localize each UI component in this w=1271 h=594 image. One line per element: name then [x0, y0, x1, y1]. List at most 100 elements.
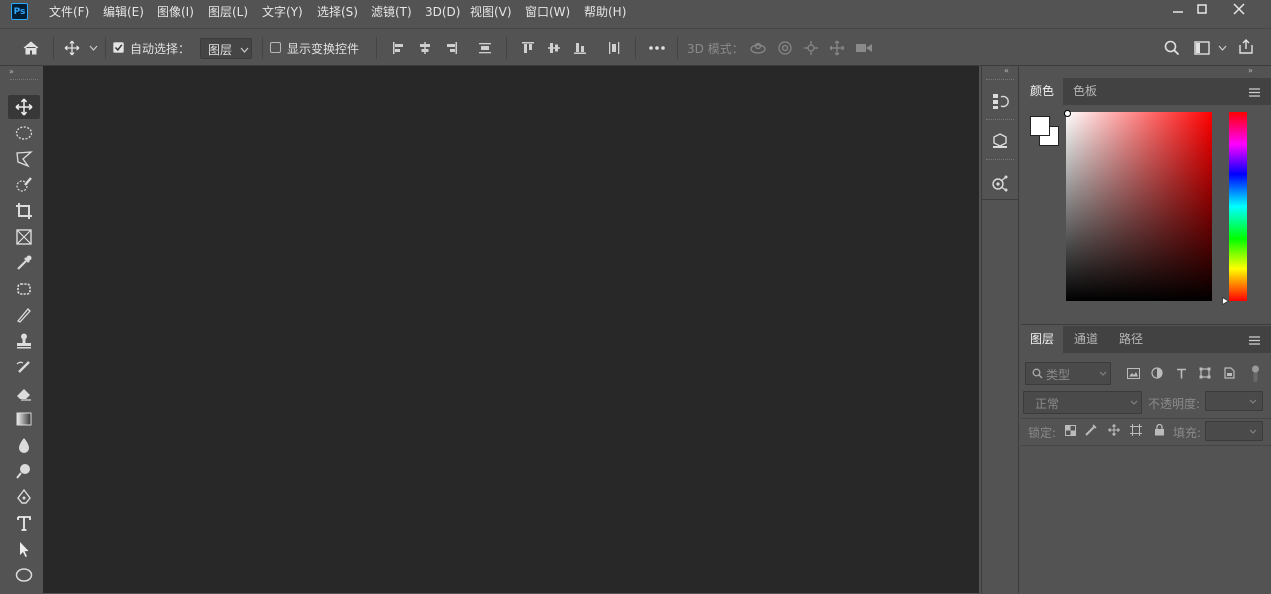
3d-scale-camera-icon[interactable]	[853, 39, 875, 57]
align-left-edges-icon[interactable]	[390, 39, 408, 57]
color-panel-tabs: 颜色 色板	[1021, 78, 1271, 105]
align-vertical-centers-icon[interactable]	[545, 39, 563, 57]
align-right-edges-icon[interactable]	[442, 39, 460, 57]
lock-all-icon[interactable]	[1152, 423, 1166, 437]
elliptical-marquee-tool-icon[interactable]	[8, 121, 40, 145]
collapse-panels-icon[interactable]: »	[1248, 67, 1253, 75]
lock-image-pixels-icon[interactable]	[1084, 423, 1098, 437]
lock-position-icon[interactable]	[1107, 423, 1121, 437]
path-selection-tool-icon[interactable]	[8, 537, 40, 561]
dock-grip	[986, 119, 1014, 120]
move-tool-icon[interactable]	[8, 95, 40, 119]
gradient-tool-icon[interactable]	[8, 407, 40, 431]
clone-stamp-tool-icon[interactable]	[8, 329, 40, 353]
move-tool-preset-icon[interactable]	[62, 38, 82, 58]
3d-pan-icon[interactable]	[801, 39, 821, 57]
tab-color[interactable]: 颜色	[1021, 78, 1064, 105]
menu-image[interactable]: 图像(I)	[157, 0, 194, 25]
panel-menu-icon[interactable]	[1247, 333, 1261, 347]
3d-slide-icon[interactable]	[827, 39, 847, 57]
search-icon[interactable]	[1162, 39, 1182, 57]
eraser-tool-icon[interactable]	[8, 381, 40, 405]
distribute-horizontal-icon[interactable]	[605, 39, 623, 57]
filter-pixel-layers-icon[interactable]	[1125, 365, 1141, 381]
menu-3d[interactable]: 3D(D)	[425, 0, 460, 25]
brush-tool-icon[interactable]	[8, 303, 40, 327]
separator	[262, 37, 263, 59]
tab-channels[interactable]: 通道	[1065, 326, 1107, 353]
hue-slider-handle[interactable]	[1222, 297, 1229, 305]
menu-select[interactable]: 选择(S)	[317, 0, 358, 25]
dock-grip[interactable]	[986, 79, 1014, 80]
3d-orbit-icon[interactable]	[748, 39, 768, 57]
menu-help[interactable]: 帮助(H)	[584, 0, 626, 25]
opacity-input[interactable]	[1205, 391, 1263, 411]
layer-filter-dropdown[interactable]: 类型	[1025, 362, 1111, 385]
tab-paths[interactable]: 路径	[1110, 326, 1152, 353]
foreground-color-swatch[interactable]	[1030, 116, 1050, 136]
frame-tool-icon[interactable]	[8, 225, 40, 249]
chevron-down-icon[interactable]	[87, 41, 99, 55]
pen-tool-icon[interactable]	[8, 485, 40, 509]
panel-dock: «	[981, 66, 1019, 593]
align-top-edges-icon[interactable]	[519, 39, 537, 57]
align-horizontal-centers-icon[interactable]	[416, 39, 434, 57]
blend-mode-dropdown[interactable]: 正常	[1023, 391, 1142, 414]
layers-list[interactable]	[1021, 446, 1271, 594]
filter-adjustment-layers-icon[interactable]	[1149, 365, 1165, 381]
menu-filter[interactable]: 滤镜(T)	[371, 0, 412, 25]
dock-grip	[986, 159, 1014, 160]
workspace-icon[interactable]	[1192, 39, 1212, 57]
dodge-tool-icon[interactable]	[8, 459, 40, 483]
blur-tool-icon[interactable]	[8, 433, 40, 457]
history-panel-icon[interactable]	[986, 88, 1014, 114]
quick-selection-tool-icon[interactable]	[8, 173, 40, 197]
menu-type[interactable]: 文字(Y)	[262, 0, 303, 25]
document-canvas-area[interactable]	[43, 66, 979, 593]
menu-window[interactable]: 窗口(W)	[525, 0, 570, 25]
tab-layers[interactable]: 图层	[1021, 326, 1064, 353]
saturation-brightness-field[interactable]	[1066, 112, 1212, 301]
hue-slider[interactable]	[1229, 112, 1247, 301]
history-brush-tool-icon[interactable]	[8, 355, 40, 379]
photoshop-logo-icon[interactable]: Ps	[11, 3, 28, 20]
more-options-icon[interactable]	[646, 39, 668, 57]
filter-type-layers-icon[interactable]	[1173, 365, 1189, 381]
toolbox-grip[interactable]	[10, 79, 38, 82]
filter-smart-objects-icon[interactable]	[1221, 365, 1237, 381]
restore-icon[interactable]	[1183, 0, 1221, 17]
polygonal-lasso-tool-icon[interactable]	[8, 147, 40, 171]
show-transform-checkbox[interactable]	[270, 42, 281, 53]
ellipse-tool-icon[interactable]	[8, 563, 40, 587]
menu-edit[interactable]: 编辑(E)	[103, 0, 144, 25]
auto-select-checkbox[interactable]	[113, 42, 124, 53]
lock-artboard-icon[interactable]	[1129, 423, 1143, 437]
filter-toggle-switch[interactable]	[1251, 364, 1260, 384]
home-icon[interactable]	[20, 38, 42, 58]
panel-menu-icon[interactable]	[1247, 85, 1261, 99]
filter-shape-layers-icon[interactable]	[1197, 365, 1213, 381]
color-picker-handle[interactable]	[1064, 110, 1071, 117]
menu-file[interactable]: 文件(F)	[49, 0, 89, 25]
3d-panel-icon[interactable]	[986, 128, 1014, 154]
menu-bar: Ps 文件(F) 编辑(E) 图像(I) 图层(L) 文字(Y) 选择(S) 滤…	[0, 0, 1271, 25]
eyedropper-tool-icon[interactable]	[8, 251, 40, 275]
menu-layer[interactable]: 图层(L)	[208, 0, 248, 25]
tab-swatches[interactable]: 色板	[1064, 78, 1106, 105]
learn-panel-icon[interactable]	[986, 170, 1014, 196]
fill-input[interactable]	[1205, 421, 1263, 441]
share-icon[interactable]	[1236, 38, 1256, 56]
3d-roll-icon[interactable]	[775, 39, 795, 57]
close-icon[interactable]	[1220, 0, 1258, 17]
collapse-toolbox-icon[interactable]: »	[9, 68, 14, 76]
align-bottom-edges-icon[interactable]	[571, 39, 589, 57]
spot-healing-brush-tool-icon[interactable]	[8, 277, 40, 301]
distribute-vertical-icon[interactable]	[476, 39, 494, 57]
lock-transparent-pixels-icon[interactable]	[1063, 423, 1077, 437]
collapse-dock-icon[interactable]: «	[1004, 67, 1009, 75]
auto-select-target-dropdown[interactable]: 图层	[200, 38, 252, 59]
chevron-down-icon[interactable]	[1216, 41, 1228, 55]
crop-tool-icon[interactable]	[8, 199, 40, 223]
type-tool-icon[interactable]	[8, 511, 40, 535]
menu-view[interactable]: 视图(V)	[470, 0, 512, 25]
